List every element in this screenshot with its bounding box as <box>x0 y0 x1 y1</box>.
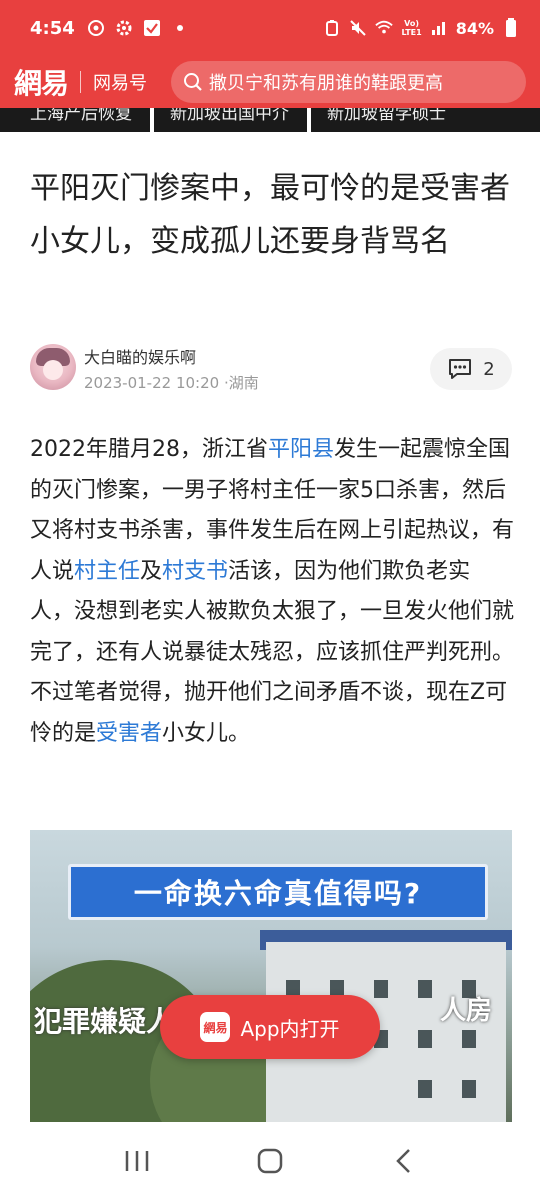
volte-indicator: Vo) LTE1 <box>401 19 422 37</box>
system-indicators: Vo) LTE1 84% <box>323 18 520 38</box>
link-pingyang[interactable]: 平阳县 <box>268 437 334 462</box>
status-time: 4:54 <box>30 17 75 39</box>
sync-icon <box>87 19 105 37</box>
recent-apps-button[interactable] <box>117 1141 157 1181</box>
author-avatar[interactable] <box>30 344 76 390</box>
wifi-icon <box>375 19 394 37</box>
mute-icon <box>349 19 367 37</box>
author-row: 大白瞄的娱乐啊 2023-01-22 10:20 ·湖南 2 <box>30 344 512 394</box>
recents-icon <box>125 1151 148 1171</box>
battery-icon <box>502 18 520 37</box>
header-divider <box>80 71 82 93</box>
dot-icon <box>171 19 189 37</box>
home-button[interactable] <box>250 1141 290 1181</box>
link-village-head[interactable]: 村主任 <box>74 559 140 584</box>
article-title: 平阳灭门惨案中，最可怜的是受害者小女儿，变成孤儿还要身背骂名 <box>30 171 510 259</box>
article-meta: 2023-01-22 10:20 ·湖南 <box>84 372 259 393</box>
image-caption-right: 人房 <box>440 996 493 1026</box>
search-icon <box>184 73 202 91</box>
article-image[interactable]: 一命换六命真值得吗? 犯罪嫌疑人家 人房 <box>30 830 512 1122</box>
hot-topic-item[interactable]: 新加坡出国中介 <box>150 108 307 132</box>
article-body: 2022年腊月28，浙江省平阳县发生一起震惊全国的灭门惨案，一男子将村主任一家5… <box>30 437 515 746</box>
link-victim[interactable]: 受害者 <box>96 721 162 746</box>
link-village-secretary[interactable]: 村支书 <box>162 559 228 584</box>
back-button[interactable] <box>383 1141 423 1181</box>
signal-icon <box>430 19 448 37</box>
status-bar: 4:54 Vo) LTE1 84% <box>0 0 540 56</box>
hot-topics-strip: 上海产后恢复 新加坡出国中介 新加坡留学硕士 <box>0 108 540 132</box>
app-name[interactable]: 网易号 <box>93 69 147 95</box>
back-icon <box>396 1149 411 1173</box>
alarm-icon <box>323 19 341 37</box>
article-location: ·湖南 <box>223 374 259 392</box>
search-bar[interactable]: 撒贝宁和苏有朋谁的鞋跟更高 <box>171 61 526 103</box>
comment-icon <box>449 359 472 379</box>
hot-topic-item[interactable]: 上海产后恢复 <box>0 108 150 132</box>
check-box-icon <box>143 19 161 37</box>
hot-topic-item[interactable]: 新加坡留学硕士 <box>307 108 464 132</box>
open-in-app-button[interactable]: 網易 App内打开 <box>160 995 380 1059</box>
battery-percent: 84% <box>455 18 494 38</box>
article-datetime: 2023-01-22 10:20 <box>84 374 220 392</box>
search-text: 撒贝宁和苏有朋谁的鞋跟更高 <box>209 73 444 94</box>
system-nav-bar <box>0 1122 540 1200</box>
netease-logo[interactable]: 網易 <box>14 62 69 102</box>
author-name[interactable]: 大白瞄的娱乐啊 <box>84 344 196 368</box>
comment-button[interactable]: 2 <box>430 348 512 390</box>
open-in-app-label: App内打开 <box>240 1016 340 1041</box>
comment-count: 2 <box>483 358 495 380</box>
app-header: 網易 网易号 撒贝宁和苏有朋谁的鞋跟更高 <box>0 56 540 108</box>
gear-icon <box>115 19 133 37</box>
image-banner: 一命换六命真值得吗? <box>68 864 488 920</box>
netease-app-icon: 網易 <box>200 1012 231 1042</box>
home-icon <box>257 1148 283 1174</box>
notification-icons <box>87 19 189 37</box>
